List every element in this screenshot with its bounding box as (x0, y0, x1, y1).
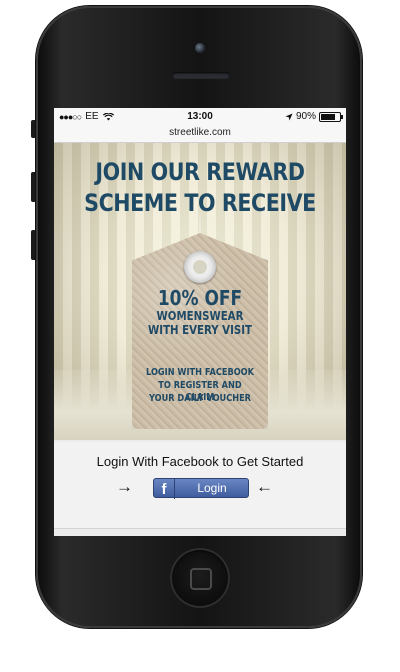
facebook-login-label: Login (197, 481, 227, 495)
status-right: 90% (285, 111, 343, 122)
login-panel: Login With Facebook to Get Started → f L… (54, 440, 346, 536)
front-camera-icon (195, 43, 205, 53)
address-bar-url: streetlike.com (169, 127, 231, 138)
location-arrow-icon (285, 113, 293, 120)
tag-category: WOMENSWEAR (156, 309, 244, 323)
facebook-login-button[interactable]: f Login (153, 478, 249, 499)
phone-screen: ●●●○○ EE 13:00 90% streetlike.com JOIN O… (54, 108, 346, 536)
tag-instruction-1: LOGIN WITH FACEBOOK (146, 367, 254, 378)
login-prompt: Login With Facebook to Get Started (96, 454, 304, 469)
headline-line-1: JOIN OUR REWARD (95, 158, 305, 186)
tag-offer: 10% OFF (157, 286, 243, 310)
login-card: Login With Facebook to Get Started → f L… (54, 442, 346, 529)
home-button[interactable] (170, 548, 230, 608)
facebook-icon: f (154, 479, 175, 499)
arrow-left-icon: ← (256, 477, 273, 496)
arrow-right-icon: → (116, 477, 133, 496)
address-bar[interactable]: streetlike.com (54, 126, 346, 143)
earpiece-speaker (172, 72, 230, 79)
home-square-icon (190, 568, 212, 590)
tag-instruction-3: YOUR DAILY VOUCHER (148, 393, 252, 404)
device-mockup: ●●●○○ EE 13:00 90% streetlike.com JOIN O… (0, 0, 400, 672)
battery-percent: 90% (295, 111, 316, 122)
tag-frequency: WITH EVERY VISIT (148, 323, 252, 337)
status-bar: ●●●○○ EE 13:00 90% (54, 108, 346, 126)
battery-icon (319, 111, 343, 122)
tag-eyelet-icon (184, 251, 216, 283)
promo-banner: JOIN OUR REWARD SCHEME TO RECEIVE 10% OF… (54, 143, 346, 440)
